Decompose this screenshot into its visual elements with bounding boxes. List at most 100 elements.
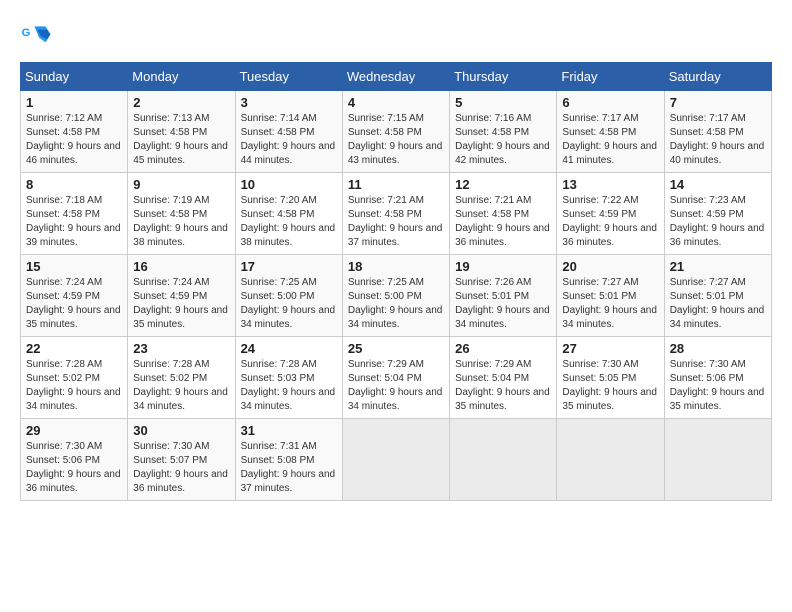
day-info: Sunrise: 7:29 AMSunset: 5:04 PMDaylight:… (348, 358, 444, 414)
day-number: 17 (241, 259, 337, 274)
day-info: Sunrise: 7:21 AMSunset: 4:58 PMDaylight:… (348, 194, 444, 250)
day-number: 6 (562, 95, 658, 110)
calendar-cell (664, 419, 771, 501)
day-header-wednesday: Wednesday (342, 63, 449, 91)
day-info: Sunrise: 7:21 AMSunset: 4:58 PMDaylight:… (455, 194, 551, 250)
calendar-cell: 20 Sunrise: 7:27 AMSunset: 5:01 PMDaylig… (557, 255, 664, 337)
day-number: 21 (670, 259, 766, 274)
day-number: 14 (670, 177, 766, 192)
day-number: 3 (241, 95, 337, 110)
day-header-saturday: Saturday (664, 63, 771, 91)
calendar-cell: 10 Sunrise: 7:20 AMSunset: 4:58 PMDaylig… (235, 173, 342, 255)
day-header-friday: Friday (557, 63, 664, 91)
calendar-cell (342, 419, 449, 501)
day-number: 24 (241, 341, 337, 356)
logo: G (20, 20, 56, 52)
day-number: 10 (241, 177, 337, 192)
day-number: 13 (562, 177, 658, 192)
day-header-sunday: Sunday (21, 63, 128, 91)
day-info: Sunrise: 7:31 AMSunset: 5:08 PMDaylight:… (241, 440, 337, 496)
calendar-cell: 26 Sunrise: 7:29 AMSunset: 5:04 PMDaylig… (450, 337, 557, 419)
calendar-cell (450, 419, 557, 501)
day-number: 11 (348, 177, 444, 192)
day-header-monday: Monday (128, 63, 235, 91)
calendar-cell: 19 Sunrise: 7:26 AMSunset: 5:01 PMDaylig… (450, 255, 557, 337)
day-info: Sunrise: 7:17 AMSunset: 4:58 PMDaylight:… (562, 112, 658, 168)
day-number: 28 (670, 341, 766, 356)
calendar-cell: 18 Sunrise: 7:25 AMSunset: 5:00 PMDaylig… (342, 255, 449, 337)
calendar-cell: 9 Sunrise: 7:19 AMSunset: 4:58 PMDayligh… (128, 173, 235, 255)
calendar-cell: 7 Sunrise: 7:17 AMSunset: 4:58 PMDayligh… (664, 91, 771, 173)
day-number: 18 (348, 259, 444, 274)
day-number: 23 (133, 341, 229, 356)
calendar-cell: 24 Sunrise: 7:28 AMSunset: 5:03 PMDaylig… (235, 337, 342, 419)
day-number: 12 (455, 177, 551, 192)
calendar-cell: 23 Sunrise: 7:28 AMSunset: 5:02 PMDaylig… (128, 337, 235, 419)
day-info: Sunrise: 7:30 AMSunset: 5:05 PMDaylight:… (562, 358, 658, 414)
day-number: 25 (348, 341, 444, 356)
day-number: 20 (562, 259, 658, 274)
calendar-cell: 6 Sunrise: 7:17 AMSunset: 4:58 PMDayligh… (557, 91, 664, 173)
day-number: 7 (670, 95, 766, 110)
day-info: Sunrise: 7:27 AMSunset: 5:01 PMDaylight:… (562, 276, 658, 332)
day-number: 27 (562, 341, 658, 356)
day-header-tuesday: Tuesday (235, 63, 342, 91)
day-number: 1 (26, 95, 122, 110)
day-number: 29 (26, 423, 122, 438)
day-info: Sunrise: 7:12 AMSunset: 4:58 PMDaylight:… (26, 112, 122, 168)
day-info: Sunrise: 7:13 AMSunset: 4:58 PMDaylight:… (133, 112, 229, 168)
day-info: Sunrise: 7:14 AMSunset: 4:58 PMDaylight:… (241, 112, 337, 168)
day-header-thursday: Thursday (450, 63, 557, 91)
calendar-cell: 5 Sunrise: 7:16 AMSunset: 4:58 PMDayligh… (450, 91, 557, 173)
calendar-cell: 4 Sunrise: 7:15 AMSunset: 4:58 PMDayligh… (342, 91, 449, 173)
day-number: 19 (455, 259, 551, 274)
day-info: Sunrise: 7:16 AMSunset: 4:58 PMDaylight:… (455, 112, 551, 168)
calendar-header-row: SundayMondayTuesdayWednesdayThursdayFrid… (21, 63, 772, 91)
calendar-table: SundayMondayTuesdayWednesdayThursdayFrid… (20, 62, 772, 501)
day-number: 5 (455, 95, 551, 110)
calendar-cell: 27 Sunrise: 7:30 AMSunset: 5:05 PMDaylig… (557, 337, 664, 419)
calendar-cell: 8 Sunrise: 7:18 AMSunset: 4:58 PMDayligh… (21, 173, 128, 255)
calendar-cell: 11 Sunrise: 7:21 AMSunset: 4:58 PMDaylig… (342, 173, 449, 255)
day-number: 30 (133, 423, 229, 438)
day-number: 16 (133, 259, 229, 274)
calendar-cell: 22 Sunrise: 7:28 AMSunset: 5:02 PMDaylig… (21, 337, 128, 419)
calendar-cell: 31 Sunrise: 7:31 AMSunset: 5:08 PMDaylig… (235, 419, 342, 501)
calendar-cell: 2 Sunrise: 7:13 AMSunset: 4:58 PMDayligh… (128, 91, 235, 173)
day-info: Sunrise: 7:24 AMSunset: 4:59 PMDaylight:… (133, 276, 229, 332)
calendar-cell (557, 419, 664, 501)
day-info: Sunrise: 7:26 AMSunset: 5:01 PMDaylight:… (455, 276, 551, 332)
day-info: Sunrise: 7:22 AMSunset: 4:59 PMDaylight:… (562, 194, 658, 250)
day-info: Sunrise: 7:15 AMSunset: 4:58 PMDaylight:… (348, 112, 444, 168)
day-info: Sunrise: 7:25 AMSunset: 5:00 PMDaylight:… (241, 276, 337, 332)
calendar-cell: 12 Sunrise: 7:21 AMSunset: 4:58 PMDaylig… (450, 173, 557, 255)
week-row-4: 22 Sunrise: 7:28 AMSunset: 5:02 PMDaylig… (21, 337, 772, 419)
page-header: G (20, 20, 772, 52)
week-row-1: 1 Sunrise: 7:12 AMSunset: 4:58 PMDayligh… (21, 91, 772, 173)
calendar-cell: 14 Sunrise: 7:23 AMSunset: 4:59 PMDaylig… (664, 173, 771, 255)
day-info: Sunrise: 7:27 AMSunset: 5:01 PMDaylight:… (670, 276, 766, 332)
day-info: Sunrise: 7:30 AMSunset: 5:07 PMDaylight:… (133, 440, 229, 496)
calendar-cell: 15 Sunrise: 7:24 AMSunset: 4:59 PMDaylig… (21, 255, 128, 337)
calendar-cell: 3 Sunrise: 7:14 AMSunset: 4:58 PMDayligh… (235, 91, 342, 173)
day-number: 2 (133, 95, 229, 110)
day-info: Sunrise: 7:19 AMSunset: 4:58 PMDaylight:… (133, 194, 229, 250)
calendar-cell: 29 Sunrise: 7:30 AMSunset: 5:06 PMDaylig… (21, 419, 128, 501)
calendar-cell: 21 Sunrise: 7:27 AMSunset: 5:01 PMDaylig… (664, 255, 771, 337)
day-info: Sunrise: 7:28 AMSunset: 5:02 PMDaylight:… (26, 358, 122, 414)
day-info: Sunrise: 7:20 AMSunset: 4:58 PMDaylight:… (241, 194, 337, 250)
day-info: Sunrise: 7:30 AMSunset: 5:06 PMDaylight:… (670, 358, 766, 414)
day-info: Sunrise: 7:28 AMSunset: 5:02 PMDaylight:… (133, 358, 229, 414)
calendar-cell: 17 Sunrise: 7:25 AMSunset: 5:00 PMDaylig… (235, 255, 342, 337)
calendar-cell: 25 Sunrise: 7:29 AMSunset: 5:04 PMDaylig… (342, 337, 449, 419)
day-number: 22 (26, 341, 122, 356)
day-info: Sunrise: 7:17 AMSunset: 4:58 PMDaylight:… (670, 112, 766, 168)
day-number: 31 (241, 423, 337, 438)
calendar-cell: 13 Sunrise: 7:22 AMSunset: 4:59 PMDaylig… (557, 173, 664, 255)
day-number: 26 (455, 341, 551, 356)
calendar-cell: 1 Sunrise: 7:12 AMSunset: 4:58 PMDayligh… (21, 91, 128, 173)
calendar-body: 1 Sunrise: 7:12 AMSunset: 4:58 PMDayligh… (21, 91, 772, 501)
week-row-5: 29 Sunrise: 7:30 AMSunset: 5:06 PMDaylig… (21, 419, 772, 501)
day-info: Sunrise: 7:24 AMSunset: 4:59 PMDaylight:… (26, 276, 122, 332)
day-info: Sunrise: 7:25 AMSunset: 5:00 PMDaylight:… (348, 276, 444, 332)
